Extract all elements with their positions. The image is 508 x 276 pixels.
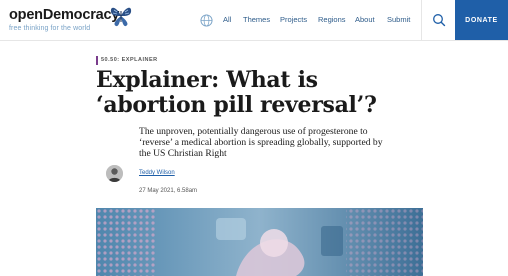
search-icon[interactable] <box>432 13 446 27</box>
header-divider <box>421 0 422 40</box>
site-header: openDemocracy free thinking for the worl… <box>0 0 508 41</box>
nav-item-regions[interactable]: Regions <box>318 15 346 24</box>
nav-item-themes[interactable]: Themes <box>243 15 270 24</box>
article-title: Explainer: What is ‘abortion pill revers… <box>96 67 377 118</box>
avatar-portrait-icon <box>106 165 123 182</box>
butterfly-icon <box>110 7 132 27</box>
author-avatar[interactable] <box>106 165 123 182</box>
hero-image-art <box>96 208 423 276</box>
kicker-bar <box>96 56 98 65</box>
article-kicker[interactable]: 50.50: EXPLAINER <box>101 57 158 63</box>
author-link[interactable]: Teddy Wilson <box>139 170 175 176</box>
globe-icon[interactable] <box>200 14 213 27</box>
donate-button[interactable]: DONATE <box>455 0 508 40</box>
nav-item-all[interactable]: All <box>223 15 231 24</box>
logo-open: open <box>9 7 43 23</box>
nav-item-projects[interactable]: Projects <box>280 15 307 24</box>
nav-item-submit[interactable]: Submit <box>387 15 410 24</box>
nav-item-about[interactable]: About <box>355 15 375 24</box>
article-date: 27 May 2021, 6.58am <box>139 188 198 194</box>
article-standfirst: The unproven, potentially dangerous use … <box>139 126 383 159</box>
hero-image <box>96 208 423 276</box>
